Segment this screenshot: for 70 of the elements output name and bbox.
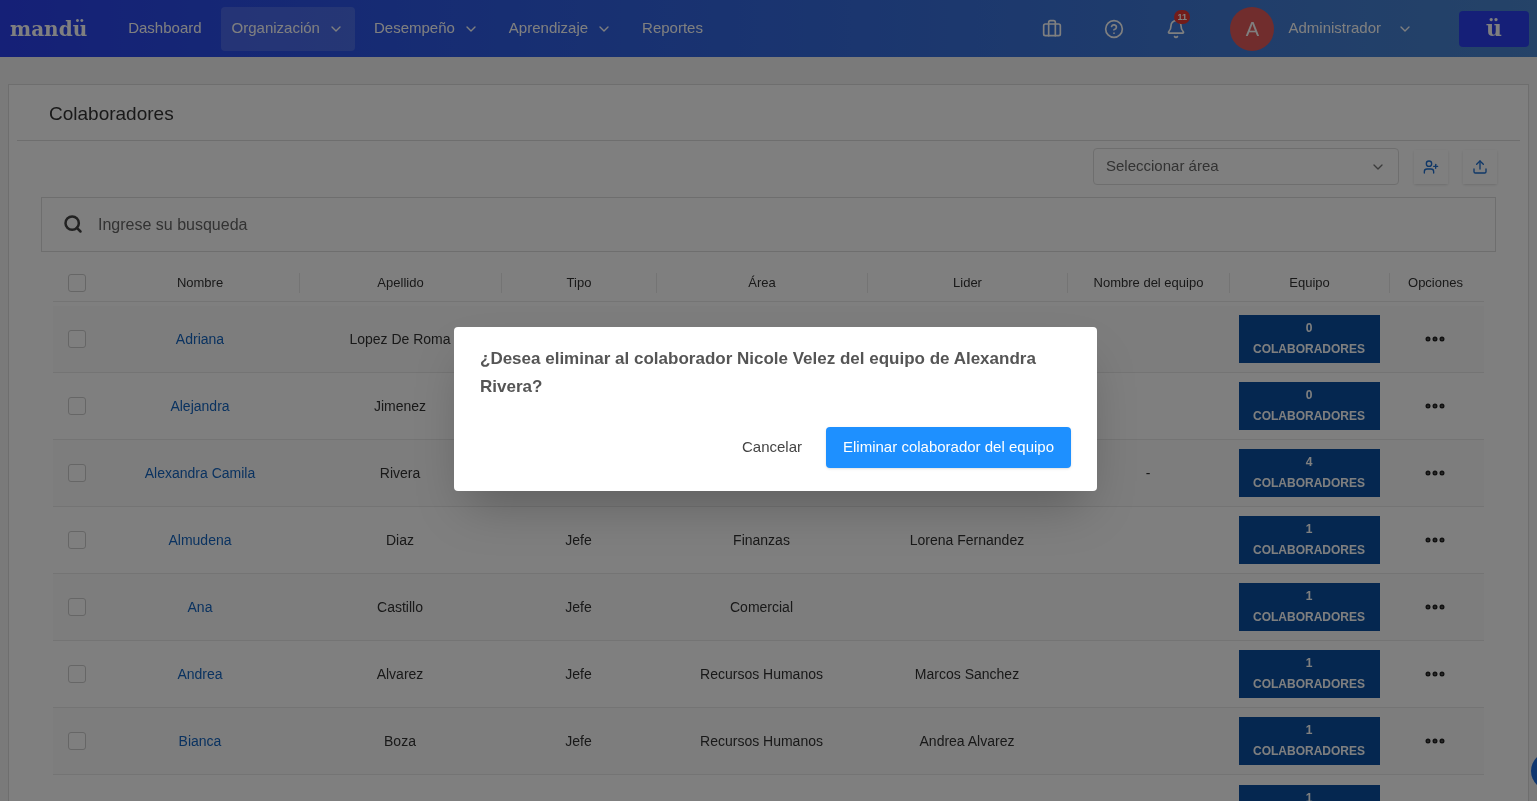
column-header: Opciones	[1408, 274, 1463, 293]
team-count-button[interactable]: 0 COLABORADORES	[1238, 382, 1380, 430]
search-field[interactable]: Ingrese su busqueda	[41, 197, 1496, 252]
table-cell-text: Jefe	[565, 664, 592, 684]
column-header: Tipo	[566, 274, 592, 293]
team-count-button[interactable]: 1 COLABORADORES	[1238, 717, 1380, 765]
table-cell-text: Jimenez	[373, 396, 427, 416]
column-header: Lider	[953, 274, 982, 293]
table-cell-text: Lopez De Roma	[349, 329, 451, 349]
row-checkbox[interactable]	[68, 397, 86, 415]
name-link[interactable]: Andrea	[177, 663, 223, 685]
table-cell-text: Rivera	[379, 463, 421, 483]
team-count-button[interactable]: 1 COLABORADORES	[1238, 516, 1380, 564]
name-link[interactable]: Adriana	[175, 328, 225, 350]
team-count-button[interactable]: 1 COLABORADORES	[1238, 650, 1380, 698]
table-cell-text: Marcos Sanchez	[914, 664, 1020, 684]
name-link[interactable]: Almudena	[168, 529, 232, 551]
select-all-checkbox[interactable]	[68, 274, 86, 292]
dialog-message: ¿Desea eliminar al colaborador Nicole Velez del equipo de Alexandra Rivera?	[480, 348, 1037, 398]
row-checkbox[interactable]	[68, 732, 86, 750]
name-link[interactable]: Alejandra	[170, 395, 230, 417]
table-cell-text: Boza	[384, 731, 416, 751]
table-cell-text: Comercial	[730, 597, 793, 617]
row-checkbox[interactable]	[68, 665, 86, 683]
upload-icon	[1472, 158, 1488, 175]
column-header: Nombre del equipo	[1093, 274, 1204, 293]
table-cell-text: Jefe	[565, 530, 592, 550]
search-icon	[63, 214, 83, 234]
column-header: Equipo	[1289, 274, 1330, 293]
table-cell-text: Castillo	[377, 597, 423, 617]
cancel-button[interactable]: Cancelar	[736, 436, 809, 459]
table-cell-text: Recursos Humanos	[700, 664, 823, 684]
table-cell-text: Jefe	[565, 597, 592, 617]
brand-button[interactable]: ü	[1459, 10, 1529, 47]
nav-tab[interactable]: Reportes	[631, 6, 714, 51]
table-cell-text: Alvarez	[376, 664, 424, 684]
nav-tab[interactable]: Dashboard	[117, 6, 213, 51]
team-count-button[interactable]: 4 COLABORADORES	[1238, 449, 1380, 497]
table-cell-text: Lorena Fernandez	[909, 530, 1025, 550]
user-name[interactable]: Administrador	[1288, 17, 1381, 40]
notification-badge: 11	[1174, 9, 1190, 24]
team-count-button[interactable]: 0 COLABORADORES	[1238, 315, 1380, 363]
confirm-button[interactable]: Eliminar colaborador del equipo	[826, 427, 1071, 468]
row-checkbox[interactable]	[68, 598, 86, 616]
briefcase-icon[interactable]	[1042, 18, 1063, 39]
team-count-button[interactable]: 1 COLABORADORES	[1238, 583, 1380, 631]
notifications-icon[interactable]	[1166, 18, 1187, 39]
logo[interactable]: mandü	[10, 13, 88, 44]
area-select[interactable]: Seleccionar área	[1093, 148, 1399, 185]
table-cell-text: Finanzas	[733, 530, 790, 550]
nav-tab[interactable]: Aprendizaje	[497, 6, 624, 51]
row-checkbox[interactable]	[68, 464, 86, 482]
column-header: Apellido	[377, 274, 424, 293]
page-title: Colaboradores	[49, 101, 174, 126]
table-cell-text: Andrea Alvarez	[919, 731, 1015, 751]
column-header: Área	[748, 274, 776, 293]
table-cell-text: Recursos Humanos	[700, 731, 823, 751]
table-cell-text: Diaz	[386, 530, 414, 550]
table-cell-text: -	[1145, 463, 1151, 483]
add-user-icon	[1423, 158, 1439, 175]
column-header: Nombre	[176, 274, 224, 293]
help-icon[interactable]	[1104, 18, 1125, 39]
nav-tab[interactable]: Desempeño	[362, 6, 490, 51]
row-checkbox[interactable]	[68, 330, 86, 348]
name-link[interactable]: Bianca	[178, 730, 222, 752]
name-link[interactable]: Alexandra Camila	[144, 462, 256, 484]
row-checkbox[interactable]	[68, 531, 86, 549]
name-link[interactable]: Ana	[187, 596, 213, 618]
table-cell-text: Jefe	[565, 731, 592, 751]
avatar[interactable]: A	[1230, 6, 1275, 51]
